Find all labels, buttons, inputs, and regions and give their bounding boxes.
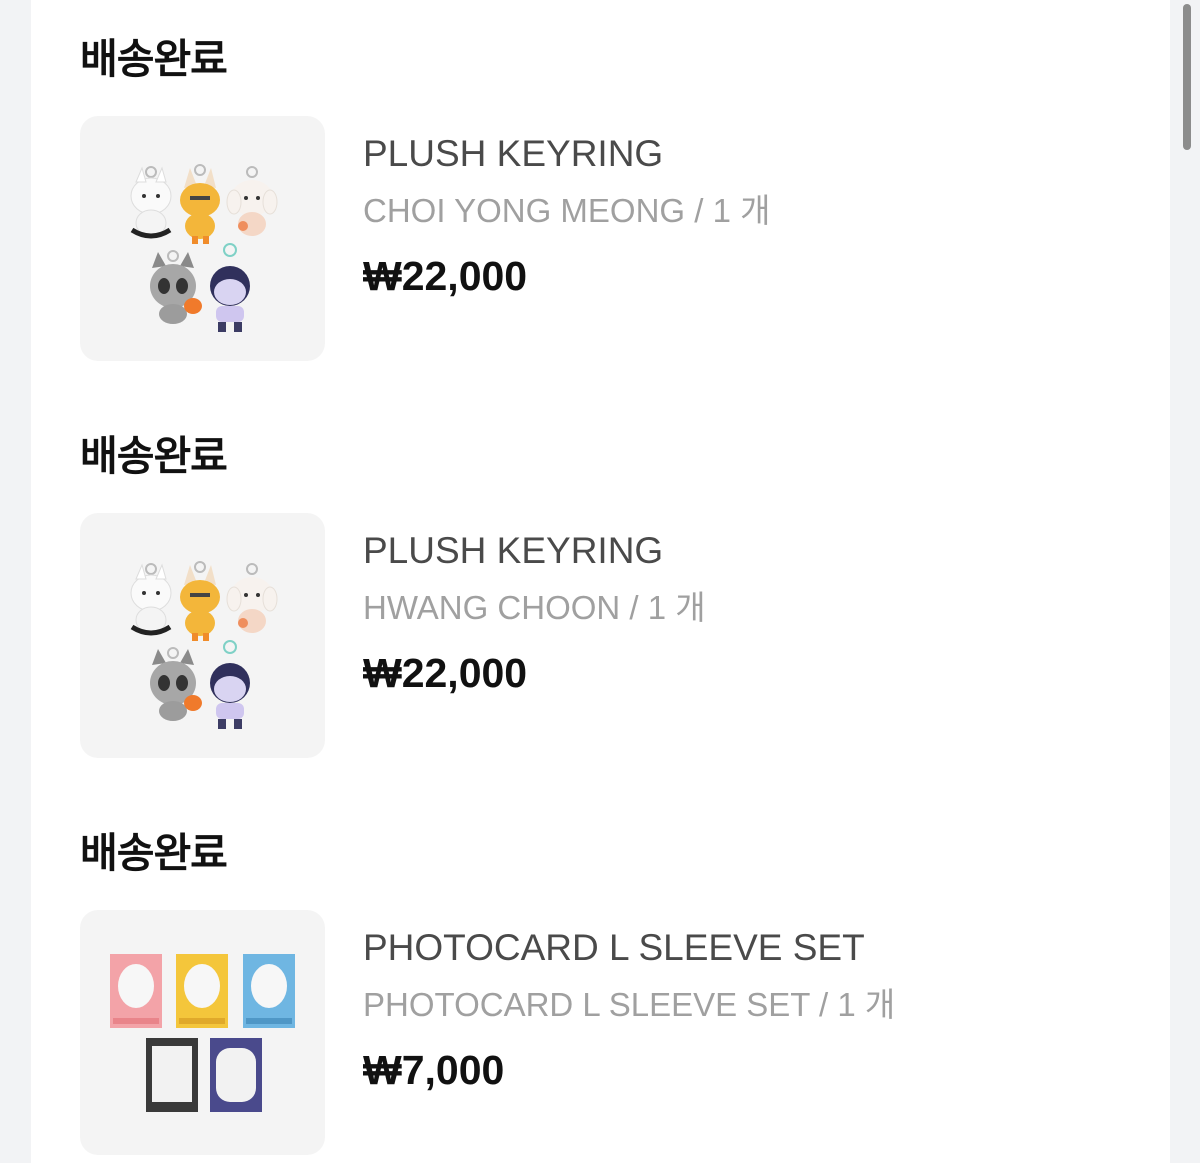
product-price: ₩22,000 [363, 650, 528, 696]
product-option: CHOI YONG MEONG / 1 개 [363, 192, 771, 229]
delivery-status: 배송완료 [80, 432, 228, 480]
product-name[interactable]: PLUSH KEYRING [363, 132, 663, 176]
product-name[interactable]: PHOTOCARD L SLEEVE SET [363, 926, 865, 970]
delivery-status: 배송완료 [80, 829, 228, 877]
order-item[interactable]: 배송완료 [80, 397, 1080, 758]
order-item[interactable]: 배송완료 [80, 0, 1080, 361]
product-price: ₩22,000 [363, 253, 528, 299]
product-option: PHOTOCARD L SLEEVE SET / 1 개 [363, 986, 896, 1023]
plush-keyring-icon [130, 561, 278, 729]
product-option: HWANG CHOON / 1 개 [363, 589, 706, 626]
order-item[interactable]: 배송완료 PHOTOCARD L SLEEVE SET PHOTOCARD L … [80, 794, 1080, 1155]
product-thumbnail[interactable] [80, 513, 325, 758]
delivery-status: 배송완료 [80, 35, 228, 83]
scrollbar-thumb[interactable] [1183, 4, 1191, 150]
product-thumbnail[interactable] [80, 116, 325, 361]
product-name[interactable]: PLUSH KEYRING [363, 529, 663, 573]
product-thumbnail[interactable] [80, 910, 325, 1155]
photocard-sleeve-icon [110, 954, 295, 1112]
scrollbar-track[interactable] [1170, 0, 1200, 1163]
order-history-page: 배송완료 PLUSH KEYRING CHOI YONG MEONG / 1 개… [31, 0, 1170, 1163]
product-price: ₩7,000 [363, 1047, 505, 1093]
plush-keyring-icon [130, 164, 278, 332]
